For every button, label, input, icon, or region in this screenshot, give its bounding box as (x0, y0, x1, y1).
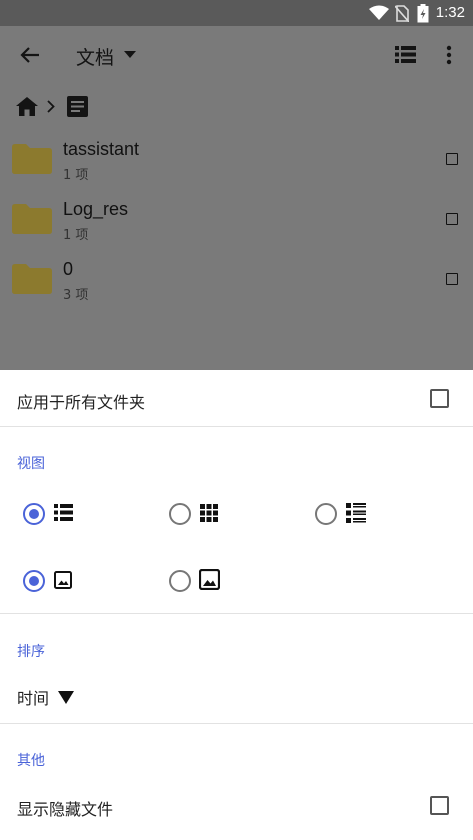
sort-selector[interactable]: 时间 (17, 685, 75, 709)
divider (0, 426, 473, 427)
list-view-radio[interactable] (23, 503, 45, 525)
grid-icon (200, 504, 218, 522)
select-checkbox[interactable] (446, 213, 458, 225)
wifi-icon (369, 5, 389, 20)
list-item[interactable]: 0 3 项 (0, 250, 473, 310)
large-thumbnail-radio[interactable] (169, 570, 191, 592)
back-arrow-icon[interactable] (20, 46, 40, 64)
large-thumbnail-icon (199, 569, 220, 590)
list-icon (54, 504, 73, 521)
list-view-icon[interactable] (395, 46, 416, 63)
file-item-count: 1 项 (63, 168, 89, 183)
chevron-right-icon (47, 100, 55, 113)
battery-charging-icon (417, 4, 429, 23)
file-name: Log_res (63, 199, 129, 219)
small-thumbnail-icon (54, 571, 72, 589)
divider (0, 613, 473, 614)
folder-icon (12, 264, 52, 294)
grid-view-radio[interactable] (169, 503, 191, 525)
select-checkbox[interactable] (446, 273, 458, 285)
list-item[interactable]: tassistant 1 项 (0, 130, 473, 190)
view-options-sheet: 应用于所有文件夹 视图 排序 时间 其他 显示隐藏文件 (0, 370, 473, 840)
other-section-title: 其他 (17, 753, 45, 769)
folder-icon (12, 204, 52, 234)
sort-value: 时间 (17, 689, 50, 708)
divider (0, 723, 473, 724)
select-checkbox[interactable] (446, 153, 458, 165)
apply-all-folders-label: 应用于所有文件夹 (17, 393, 146, 412)
view-section-title: 视图 (17, 456, 45, 472)
page-title[interactable]: 文档 (76, 43, 114, 70)
show-hidden-files-label: 显示隐藏文件 (17, 800, 114, 819)
show-hidden-files-checkbox[interactable] (430, 796, 449, 815)
sort-section-title: 排序 (17, 644, 45, 660)
folder-icon (12, 144, 52, 174)
app-bar: 文档 (0, 26, 473, 86)
file-item-count: 3 项 (63, 288, 89, 303)
detailed-list-icon (346, 503, 366, 523)
file-list: tassistant 1 项 Log_res 1 项 0 3 项 (0, 130, 473, 370)
dropdown-icon[interactable] (124, 51, 136, 58)
no-sim-icon (395, 5, 409, 22)
apply-all-folders-checkbox[interactable] (430, 389, 449, 408)
file-item-count: 1 项 (63, 228, 89, 243)
document-icon[interactable] (67, 96, 88, 117)
clock: 1:32 (435, 4, 465, 21)
status-bar: 1:32 (0, 0, 473, 26)
sort-direction-icon (58, 691, 75, 704)
file-name: tassistant (63, 139, 140, 159)
breadcrumb (0, 86, 473, 130)
home-icon[interactable] (16, 97, 38, 116)
list-item[interactable]: Log_res 1 项 (0, 190, 473, 250)
more-vert-icon[interactable] (446, 45, 452, 65)
file-name: 0 (63, 259, 74, 279)
detailed-view-radio[interactable] (315, 503, 337, 525)
small-thumbnail-radio[interactable] (23, 570, 45, 592)
